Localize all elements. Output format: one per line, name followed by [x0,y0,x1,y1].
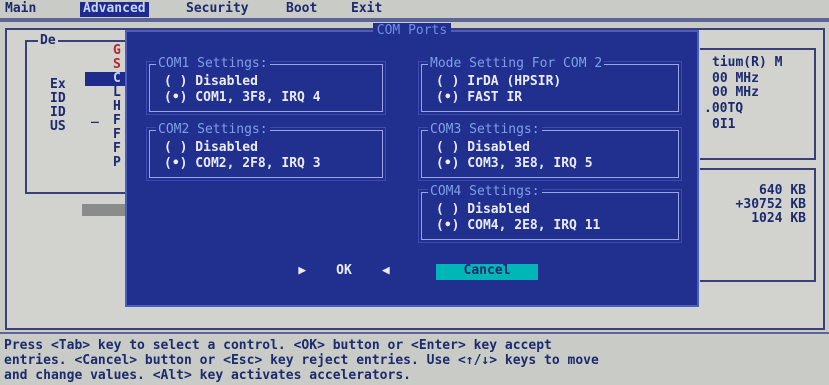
com1-settings-title: COM1 Settings: [156,56,270,71]
com3-settings-group: COM3 Settings: ( ) Disabled (•) COM3, 3E… [418,123,682,181]
com3-disabled-radio[interactable]: ( ) Disabled [436,141,530,155]
menu-security[interactable]: Security [183,2,252,17]
left-row-2: ID [50,91,66,106]
left-box-label: De [38,33,58,48]
com4-settings-group: COM4 Settings: ( ) Disabled (•) COM4, 2E… [418,185,682,243]
help-line-2: entries. <Cancel> button or <Esc> key re… [4,353,599,368]
com4-settings-title: COM4 Settings: [428,184,542,199]
menu-letter-s: S [113,57,121,72]
help-bar: Press <Tab> key to select a control. <OK… [0,332,829,385]
com-ports-dialog: COM Ports COM1 Settings: ( ) Disabled (•… [125,23,699,307]
com3-3e8-irq5-radio[interactable]: (•) COM3, 3E8, IRQ 5 [436,157,593,171]
menu-letter-h[interactable]: H [113,100,121,114]
menu-main[interactable]: Main [2,2,39,17]
memory-base: 640 KB [759,183,806,198]
cpu-info-4: .00TQ [704,101,744,116]
com2-settings-group: COM2 Settings: ( ) Disabled (•) COM2, 2F… [146,123,386,181]
com2-disabled-radio[interactable]: ( ) Disabled [164,141,258,155]
menu-letter-p[interactable]: P [113,156,121,170]
com3-settings-title: COM3 Settings: [428,122,542,137]
com1-disabled-radio[interactable]: ( ) Disabled [164,75,258,89]
com2-settings-title: COM2 Settings: [156,122,270,137]
left-info-box [25,40,127,194]
dialog-title: COM Ports [127,23,697,38]
menu-advanced[interactable]: Advanced [80,2,149,17]
menu-letter-f1[interactable]: F [113,114,121,128]
ok-button[interactable]: ▶ OK ◀ [289,264,399,280]
help-line-3: and change values. <Alt> key activates a… [4,368,411,383]
menu-letter-g: G [113,43,121,58]
cpu-info-2: 00 MHz [712,71,759,86]
menu-letter-c-selected[interactable]: C [85,72,125,86]
cpu-info-1: tium(R) M [712,55,783,70]
com1-settings-group: COM1 Settings: ( ) Disabled (•) COM1, 3F… [146,57,386,115]
menu-letter-f2[interactable]: F [113,128,121,142]
left-row-1: Ex [50,77,66,92]
left-dash: _ [91,109,99,124]
ok-left-arrow-icon: ▶ [298,263,307,278]
com2-mode-group: Mode Setting For COM 2 ( ) IrDA (HPSIR) … [418,57,682,115]
left-row-4: US [50,119,66,134]
ok-button-label: OK [336,263,352,278]
left-row-3: ID [50,105,66,120]
menu-exit[interactable]: Exit [348,2,385,17]
cancel-button-label: Cancel [463,263,511,278]
menu-letter-l[interactable]: L [113,86,121,100]
menu-boot[interactable]: Boot [283,2,320,17]
mode-fast-ir-radio[interactable]: (•) FAST IR [436,91,522,105]
menu-bar: Main Advanced Security Boot Exit [0,0,829,18]
com4-disabled-radio[interactable]: ( ) Disabled [436,203,530,217]
ok-right-arrow-icon: ◀ [381,263,390,278]
menu-letter-f3[interactable]: F [113,142,121,156]
cpu-info-5: 0I1 [712,117,736,132]
mode-irda-radio[interactable]: ( ) IrDA (HPSIR) [436,75,561,89]
com2-2f8-irq3-radio[interactable]: (•) COM2, 2F8, IRQ 3 [164,157,321,171]
cancel-button[interactable]: Cancel [436,264,538,280]
com2-mode-title: Mode Setting For COM 2 [428,56,605,71]
scroll-bar [82,204,125,216]
com4-2e8-irq11-radio[interactable]: (•) COM4, 2E8, IRQ 11 [436,219,600,233]
com1-3f8-irq4-radio[interactable]: (•) COM1, 3F8, IRQ 4 [164,91,321,105]
memory-cache: 1024 KB [751,211,806,226]
menu-divider [0,18,829,22]
memory-extended: +30752 KB [735,197,806,212]
cpu-info-3: 00 MHz [712,85,759,100]
help-line-1: Press <Tab> key to select a control. <OK… [4,338,552,353]
